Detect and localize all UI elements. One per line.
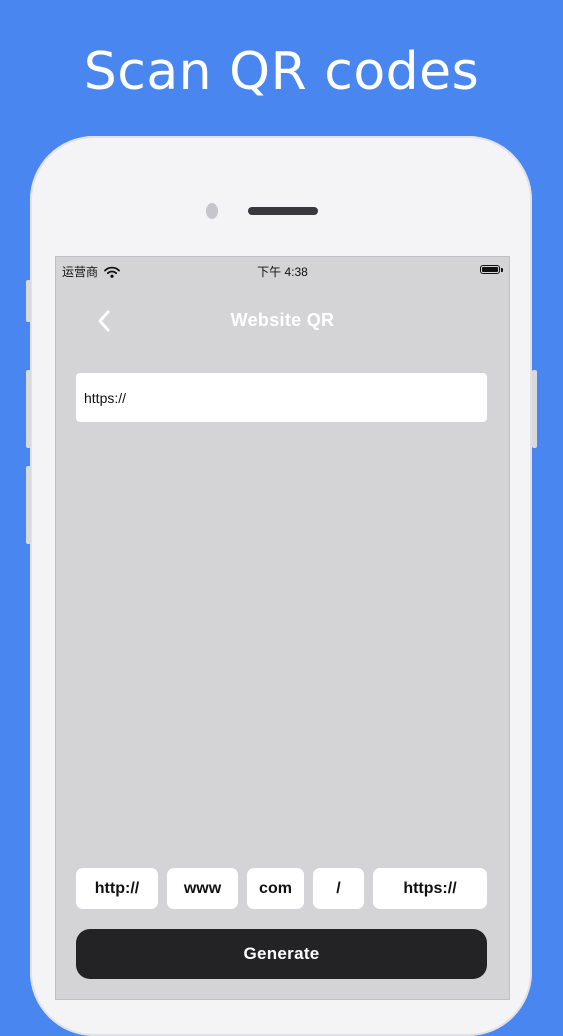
headline: Scan QR codes [83, 42, 480, 102]
shortcut-com[interactable]: com [247, 868, 304, 909]
url-input[interactable] [76, 373, 487, 422]
status-bar: 运营商 下午 4:38 [55, 256, 510, 282]
camera-dot [206, 203, 218, 219]
speaker-grille [248, 207, 318, 215]
app-screen: 运营商 下午 4:38 Website QR http:// www com /… [55, 256, 510, 1000]
shortcut-http[interactable]: http:// [76, 868, 158, 909]
shortcut-www[interactable]: www [167, 868, 238, 909]
phone-side-button [26, 280, 31, 322]
shortcut-https[interactable]: https:// [373, 868, 487, 909]
shortcut-row: http:// www com / https:// [76, 868, 487, 909]
battery-icon [480, 265, 503, 274]
nav-title: Website QR [230, 310, 335, 330]
generate-button[interactable]: Generate [76, 929, 487, 979]
shortcut-slash[interactable]: / [313, 868, 364, 909]
status-time: 下午 4:38 [257, 265, 308, 279]
phone-side-button [532, 370, 537, 448]
phone-side-button [26, 370, 31, 448]
nav-bar: Website QR [55, 300, 510, 344]
phone-side-button [26, 466, 31, 544]
